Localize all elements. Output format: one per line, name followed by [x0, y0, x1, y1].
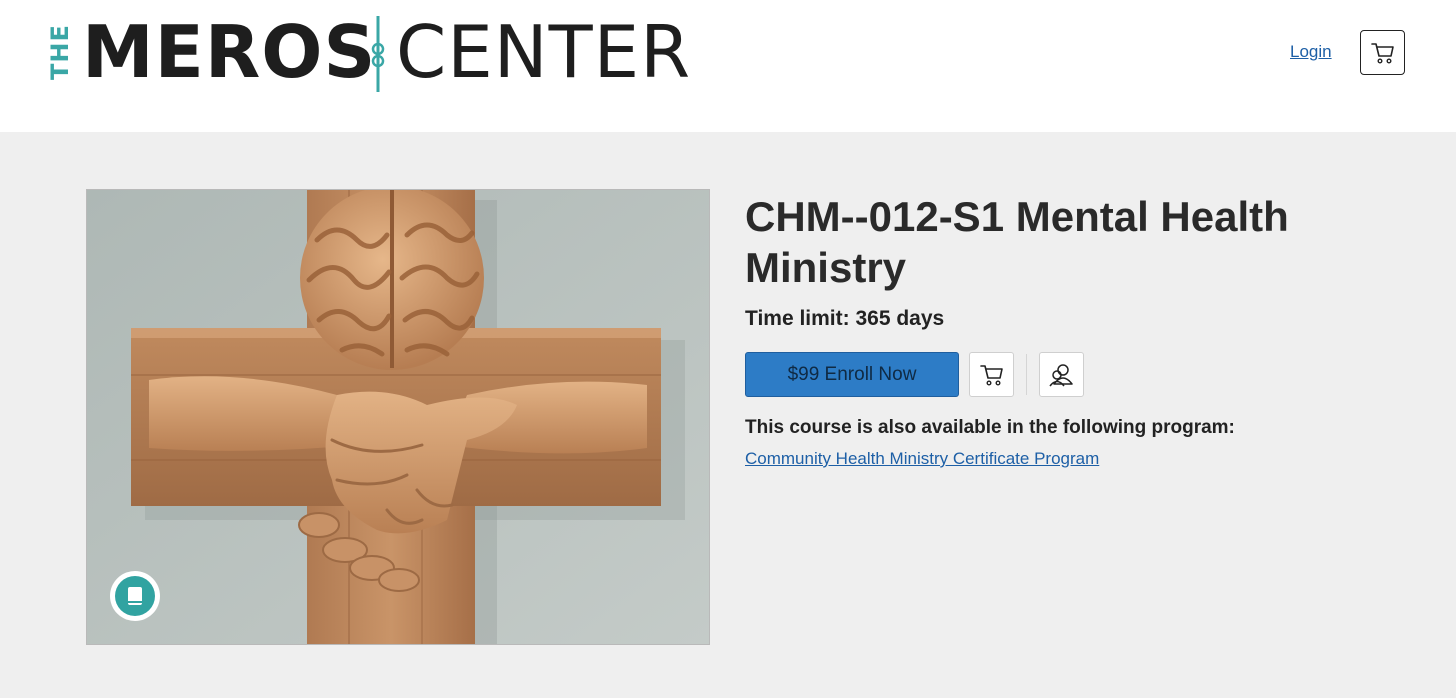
enroll-now-button[interactable]: $99 Enroll Now	[745, 352, 959, 397]
logo-the: THE	[46, 24, 74, 80]
users-icon	[1048, 363, 1073, 386]
logo-center: CENTER	[396, 10, 692, 94]
header-cart-button[interactable]	[1360, 30, 1405, 75]
logo-meros: MEROS	[82, 10, 377, 94]
time-limit: Time limit: 365 days	[745, 307, 945, 330]
logo-divider-icon	[371, 16, 385, 92]
course-type-badge	[110, 571, 160, 621]
add-to-cart-button[interactable]	[969, 352, 1014, 397]
group-purchase-button[interactable]	[1039, 352, 1084, 397]
course-illustration	[87, 190, 709, 644]
program-link[interactable]: Community Health Ministry Certificate Pr…	[745, 449, 1099, 469]
login-link[interactable]: Login	[1290, 42, 1332, 62]
meros-center-logo[interactable]: THE MEROS CENTER	[46, 10, 690, 94]
cart-icon	[979, 364, 1003, 386]
program-availability-note: This course is also available in the fol…	[745, 417, 1235, 438]
course-image	[86, 189, 710, 645]
course-title: CHM--012-S1 Mental Health Ministry	[745, 193, 1289, 291]
cart-icon	[1370, 42, 1394, 64]
site-header: THE MEROS CENTER Login	[0, 0, 1456, 132]
book-icon	[128, 587, 142, 605]
button-divider	[1026, 354, 1027, 395]
